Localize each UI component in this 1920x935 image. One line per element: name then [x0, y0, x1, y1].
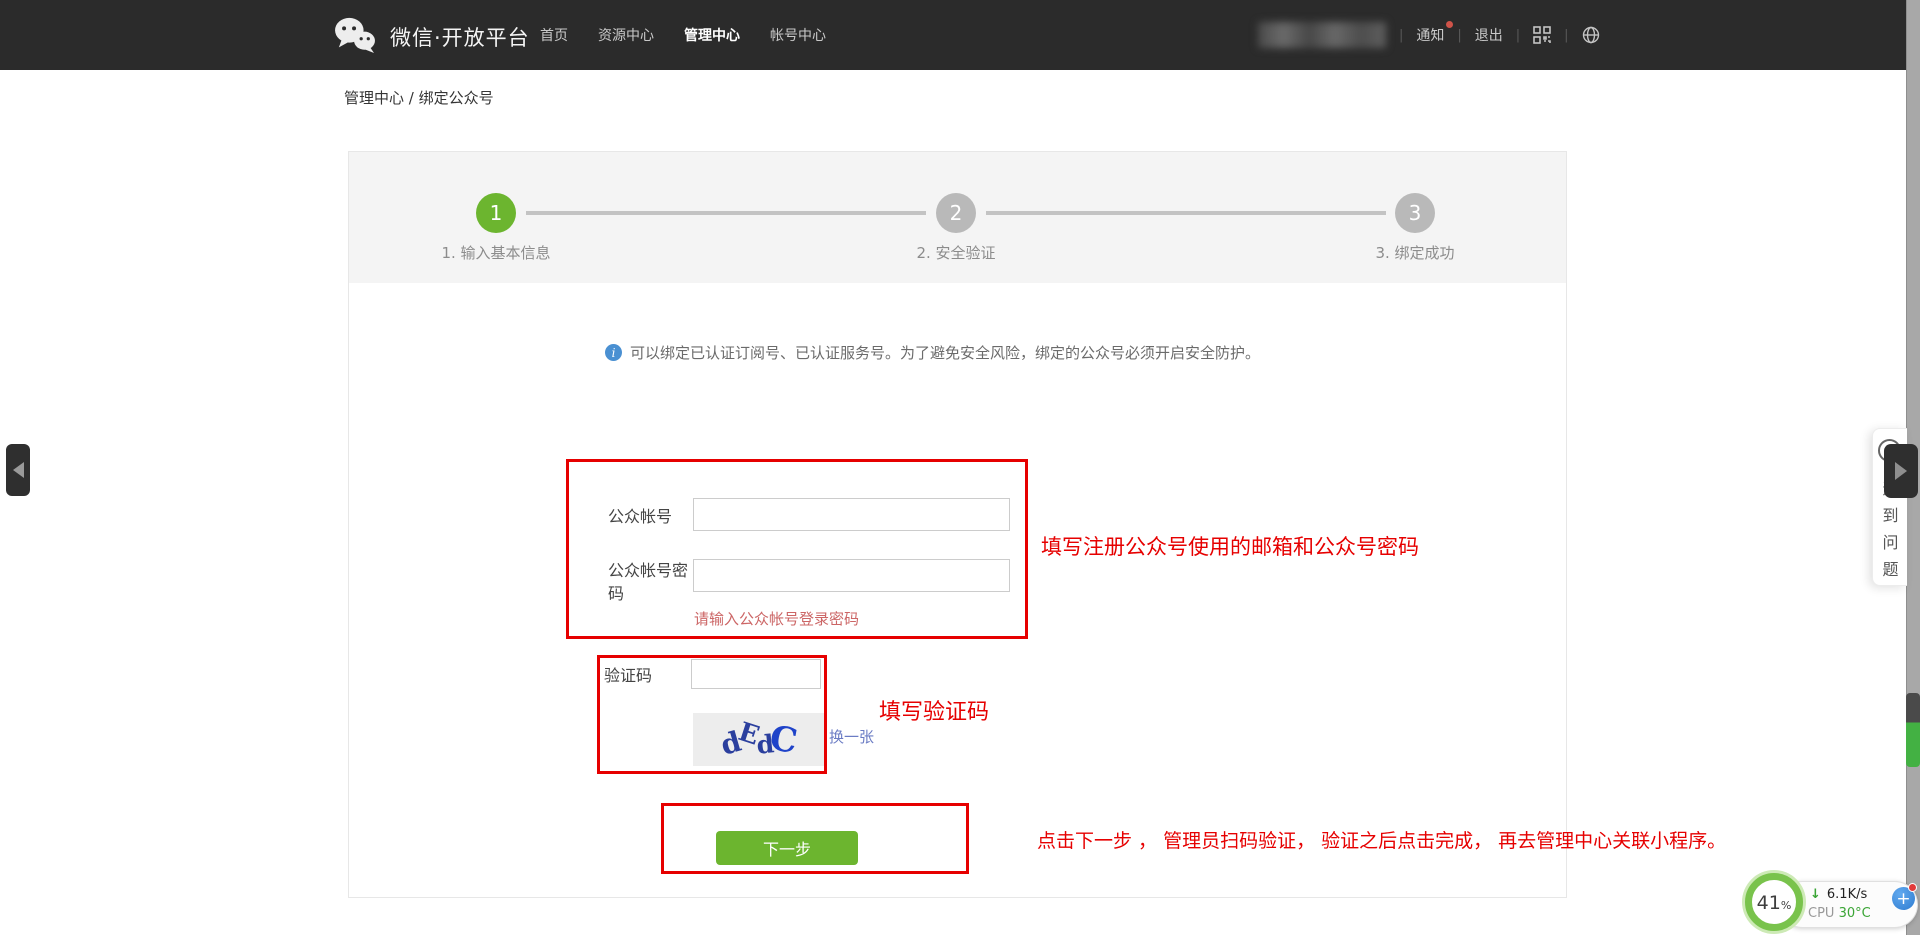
captcha-label: 验证码 [604, 664, 652, 687]
wechat-open-platform-page: 微信·开放平台 首页 资源中心 管理中心 帐号中心 | 通知 | 退出 | | [0, 0, 1920, 935]
scrollbar-thumb[interactable] [1906, 693, 1920, 767]
step-2-circle: 2 [936, 193, 976, 233]
annotation-text-credentials: 填写注册公众号使用的邮箱和公众号密码 [1041, 531, 1419, 561]
monitor-alert-dot [1908, 883, 1917, 892]
step-1-circle: 1 [476, 193, 516, 233]
notifications-link[interactable]: 通知 [1416, 25, 1444, 45]
download-speed-value: 6.1K/s [1827, 887, 1867, 902]
language-globe-icon[interactable] [1582, 26, 1600, 44]
step-2-security-check: 2 2. 安全验证 [846, 193, 1066, 263]
cpu-temp-row: CPU 30°C [1808, 906, 1871, 921]
annotation-text-captcha: 填写验证码 [879, 694, 989, 726]
nav-right-group: | 通知 | 退出 | | [1258, 0, 1600, 70]
password-label: 公众帐号密码 [608, 559, 696, 605]
notice-bar: i 可以绑定已认证订阅号、已认证服务号。为了避免安全风险，绑定的公众号必须开启安… [605, 342, 1260, 363]
left-collapse-button[interactable] [6, 444, 30, 496]
memory-percent-ring[interactable]: 41% [1745, 873, 1803, 931]
account-label: 公众帐号 [608, 505, 688, 528]
nav-item-home[interactable]: 首页 [540, 25, 568, 45]
notification-badge-dot [1446, 21, 1453, 28]
memory-percent-value: 41 [1757, 892, 1781, 914]
download-arrow-icon: ↓ [1810, 887, 1821, 902]
notice-text: 可以绑定已认证订阅号、已认证服务号。为了避免安全风险，绑定的公众号必须开启安全防… [630, 342, 1260, 363]
nav-separator: | [1399, 28, 1403, 43]
next-step-button[interactable]: 下一步 [716, 831, 858, 865]
nav-item-management[interactable]: 管理中心 [684, 25, 740, 45]
wechat-logo-icon [332, 16, 378, 58]
qr-code-icon[interactable] [1533, 26, 1551, 44]
username-redacted[interactable] [1258, 22, 1386, 48]
nav-item-account[interactable]: 帐号中心 [770, 25, 826, 45]
password-input[interactable] [693, 559, 1010, 592]
nav-item-resources[interactable]: 资源中心 [598, 25, 654, 45]
step-3-circle: 3 [1395, 193, 1435, 233]
logout-link[interactable]: 退出 [1475, 25, 1503, 45]
info-icon: i [605, 344, 622, 361]
step-2-label: 2. 安全验证 [846, 242, 1066, 263]
nav-separator: | [1457, 28, 1461, 43]
steps-header: 1 1. 输入基本信息 2 2. 安全验证 3 3. 绑定成功 [349, 152, 1566, 283]
nav-menu: 首页 资源中心 管理中心 帐号中心 [540, 0, 826, 70]
breadcrumb: 管理中心 / 绑定公众号 [344, 87, 494, 108]
step-1-label: 1. 输入基本信息 [386, 242, 606, 263]
step-1-basic-info: 1 1. 输入基本信息 [386, 193, 606, 263]
nav-separator: | [1564, 28, 1568, 43]
right-collapse-button[interactable] [1884, 444, 1918, 498]
system-monitor-widget[interactable]: 41% ↓ 6.1K/s CPU 30°C + [1744, 872, 1920, 934]
nav-separator: | [1516, 28, 1520, 43]
cpu-label: CPU [1808, 906, 1834, 921]
captcha-char: C [767, 717, 801, 761]
captcha-refresh-link[interactable]: 换一张 [829, 726, 874, 747]
network-speed-row: ↓ 6.1K/s [1810, 887, 1867, 902]
account-input[interactable] [693, 498, 1010, 531]
captcha-image[interactable]: d E d C [693, 713, 824, 766]
brand[interactable]: 微信·开放平台 [332, 16, 530, 58]
bind-account-card: 1 1. 输入基本信息 2 2. 安全验证 3 3. 绑定成功 i 可以绑定已认… [348, 151, 1567, 898]
percent-symbol: % [1781, 899, 1791, 912]
triangle-right-icon [1895, 462, 1907, 480]
password-error-text: 请输入公众帐号登录密码 [694, 608, 859, 629]
step-3-bind-success: 3 3. 绑定成功 [1305, 193, 1525, 263]
annotation-text-submit: 点击下一步 ， 管理员扫码验证， 验证之后点击完成， 再去管理中心关联小程序。 [1037, 826, 1726, 853]
captcha-input[interactable] [691, 659, 821, 689]
cpu-temp-value: 30°C [1839, 906, 1871, 921]
triangle-left-icon [13, 462, 24, 478]
top-navbar: 微信·开放平台 首页 资源中心 管理中心 帐号中心 | 通知 | 退出 | | [0, 0, 1907, 70]
brand-title: 微信·开放平台 [390, 22, 530, 52]
step-3-label: 3. 绑定成功 [1305, 242, 1525, 263]
